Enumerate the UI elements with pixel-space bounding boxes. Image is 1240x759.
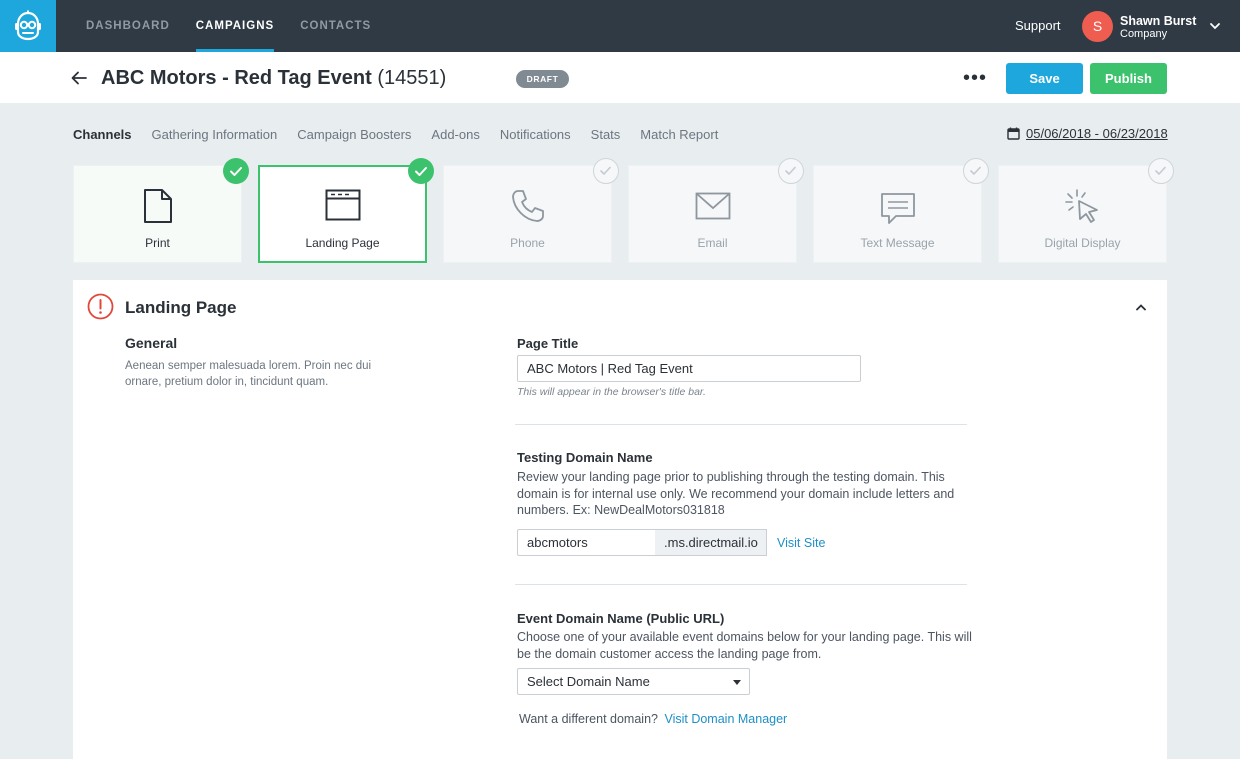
check-incomplete-icon xyxy=(963,158,989,184)
top-nav: DASHBOARD CAMPAIGNS CONTACTS Support S S… xyxy=(0,0,1240,52)
more-options-icon[interactable]: ••• xyxy=(963,68,987,88)
general-heading: General xyxy=(125,335,178,351)
user-avatar[interactable]: S xyxy=(1082,11,1113,42)
tab-gathering-information[interactable]: Gathering Information xyxy=(152,127,278,142)
nav-campaigns[interactable]: CAMPAIGNS xyxy=(195,0,275,52)
channel-card-phone[interactable]: Phone xyxy=(443,165,612,263)
channel-card-digital-display[interactable]: Digital Display xyxy=(998,165,1167,263)
date-range-text: 05/06/2018 - 06/23/2018 xyxy=(1026,126,1168,141)
chat-bubble-icon xyxy=(880,193,915,224)
visit-site-link[interactable]: Visit Site xyxy=(777,536,825,550)
tab-stats[interactable]: Stats xyxy=(591,127,621,142)
cursor-click-icon xyxy=(1064,189,1098,223)
testing-domain-input[interactable] xyxy=(517,529,656,556)
general-description: Aenean semper malesuada lorem. Proin nec… xyxy=(125,360,372,388)
chevron-up-icon[interactable] xyxy=(1135,302,1147,312)
panel-title: Landing Page xyxy=(125,298,237,317)
tab-add-ons[interactable]: Add-ons xyxy=(431,127,479,142)
app-logo[interactable] xyxy=(0,0,56,52)
domain-select-value: Select Domain Name xyxy=(527,674,650,689)
different-domain-prompt: Want a different domain? Visit Domain Ma… xyxy=(519,712,787,726)
main-nav-links: DASHBOARD CAMPAIGNS CONTACTS xyxy=(86,0,397,52)
page-title-label: Page Title xyxy=(517,336,579,351)
page-title: ABC Motors - Red Tag Event (14551) xyxy=(101,67,446,90)
check-incomplete-icon xyxy=(778,158,804,184)
envelope-icon xyxy=(695,192,730,220)
nav-contacts[interactable]: CONTACTS xyxy=(300,0,371,52)
channel-label: Print xyxy=(145,236,170,250)
campaign-tabs: Channels Gathering Information Campaign … xyxy=(73,127,738,142)
date-range[interactable]: 05/06/2018 - 06/23/2018 xyxy=(1007,126,1168,141)
different-domain-text: Want a different domain? xyxy=(519,712,658,726)
document-icon xyxy=(143,189,172,223)
check-incomplete-icon xyxy=(1148,158,1174,184)
user-name[interactable]: Shawn Burst xyxy=(1120,14,1196,28)
page-title-input[interactable] xyxy=(517,355,861,382)
tab-notifications[interactable]: Notifications xyxy=(500,127,571,142)
chevron-down-icon[interactable] xyxy=(1209,20,1221,32)
channel-card-text-message[interactable]: Text Message xyxy=(813,165,982,263)
status-badge: DRAFT xyxy=(516,70,569,88)
phone-icon xyxy=(511,190,544,222)
back-arrow-icon[interactable] xyxy=(71,71,87,85)
channel-card-landing-page[interactable]: Landing Page xyxy=(258,165,427,263)
browser-window-icon xyxy=(325,189,360,221)
tab-campaign-boosters[interactable]: Campaign Boosters xyxy=(297,127,411,142)
channel-label: Email xyxy=(697,236,728,250)
check-complete-icon xyxy=(223,158,249,184)
channel-label: Phone xyxy=(510,236,545,250)
page-header: ABC Motors - Red Tag Event (14551) DRAFT… xyxy=(0,52,1240,103)
event-domain-label: Event Domain Name (Public URL) xyxy=(517,611,725,626)
channel-label: Text Message xyxy=(860,236,935,250)
section-divider xyxy=(515,584,967,585)
publish-button[interactable]: Publish xyxy=(1090,63,1167,94)
campaign-name: ABC Motors - Red Tag Event xyxy=(101,67,372,89)
landing-page-panel: Landing Page General Aenean semper males… xyxy=(73,280,1167,759)
check-incomplete-icon xyxy=(593,158,619,184)
domain-manager-link[interactable]: Visit Domain Manager xyxy=(664,712,787,726)
save-button[interactable]: Save xyxy=(1006,63,1083,94)
domain-select[interactable]: Select Domain Name xyxy=(517,668,750,695)
support-link[interactable]: Support xyxy=(1015,18,1061,33)
robot-logo-icon xyxy=(15,10,41,41)
warning-icon xyxy=(87,293,114,320)
channel-label: Digital Display xyxy=(1044,236,1121,250)
calendar-icon xyxy=(1007,127,1020,140)
tab-channels[interactable]: Channels xyxy=(73,127,132,142)
event-domain-description: Choose one of your available event domai… xyxy=(517,630,972,661)
channel-card-print[interactable]: Print xyxy=(73,165,242,263)
user-company: Company xyxy=(1120,28,1168,40)
testing-domain-label: Testing Domain Name xyxy=(517,450,653,465)
channel-label: Landing Page xyxy=(305,236,380,250)
caret-down-icon xyxy=(733,680,741,685)
channel-card-email[interactable]: Email xyxy=(628,165,797,263)
testing-domain-suffix: .ms.directmail.io xyxy=(655,529,767,556)
check-complete-icon xyxy=(408,158,434,184)
page-title-hint: This will appear in the browser's title … xyxy=(517,386,706,398)
testing-domain-description: Review your landing page prior to publis… xyxy=(517,470,955,517)
tab-match-report[interactable]: Match Report xyxy=(640,127,718,142)
campaign-id: (14551) xyxy=(377,67,447,89)
nav-dashboard[interactable]: DASHBOARD xyxy=(86,0,170,52)
section-divider xyxy=(515,424,967,425)
